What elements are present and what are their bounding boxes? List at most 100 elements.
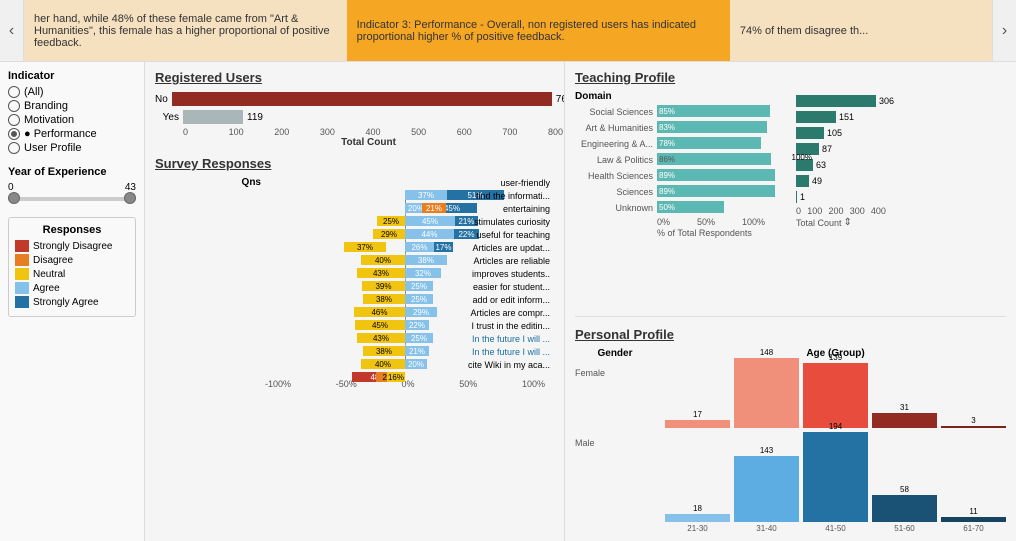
legend-color-agree (15, 282, 29, 294)
gender-row-male: Male (575, 433, 655, 453)
radio-circle-branding (8, 100, 20, 112)
year-title: Year of Experience (8, 166, 136, 178)
indicator-section: Indicator (All) Branding Motivation ● Pe… (8, 70, 136, 154)
slider-left-thumb[interactable] (8, 192, 20, 204)
domain-row-1: Art & Humanities 83% (575, 121, 790, 135)
age-col-m-1: 143 (734, 446, 799, 522)
survey-title: Survey Responses (155, 156, 554, 171)
radio-circle-performance (8, 128, 20, 140)
legend-disagree: Disagree (15, 254, 129, 266)
indicator-radio-group: (All) Branding Motivation ● Performance … (8, 86, 136, 154)
legend-color-neutral (15, 268, 29, 280)
age-col-f-4: 3 (941, 416, 1006, 428)
divider (575, 316, 1006, 317)
year-section: Year of Experience 0 43 (8, 166, 136, 205)
qn-label-7: improves students.. (155, 268, 550, 281)
age-group-labels: 21-30 31-40 41-50 51-60 61-70 (665, 524, 1006, 533)
count-row-1: 151 (796, 110, 1006, 124)
female-bars: 17 148 139 (665, 363, 1006, 428)
qn-label-10: Articles are compr... (155, 307, 550, 320)
left-panel: Indicator (All) Branding Motivation ● Pe… (0, 62, 145, 541)
qn-label-3: stimulates curiosity (155, 216, 550, 229)
middle-panel: Registered Users No 762 Yes 119 0 (145, 62, 565, 541)
count-axis-label: Total Count ⇕ (796, 217, 1006, 228)
legend-agree: Agree (15, 282, 129, 294)
bar-container-yes: 119 (183, 109, 263, 125)
reg-users-axis: 0 100 200 300 400 500 600 700 800 (183, 127, 563, 137)
legend-strongly-agree: Strongly Agree (15, 296, 129, 308)
age-col-m-0: 18 (665, 504, 730, 522)
gender-chart: Gender Female Male (575, 348, 655, 533)
slider-track[interactable] (8, 197, 136, 201)
qn-label-2: entertaining (155, 203, 550, 216)
gender-header: Gender (575, 348, 655, 359)
survey-axis-labels: -100% -50% 0% 50% 100% (265, 379, 545, 389)
radio-branding[interactable]: Branding (8, 100, 136, 112)
legend-strongly-disagree: Strongly Disagree (15, 240, 129, 252)
personal-chart-wrapper: Gender Female Male Age (Group) (575, 348, 1006, 533)
count-row-4: 63 (796, 158, 1006, 172)
banner-text-1: her hand, while 48% of these female came… (24, 0, 347, 61)
personal-title: Personal Profile (575, 327, 1006, 342)
qn-label-4: useful for teaching (155, 229, 550, 242)
survey-chart: Survey Responses Qns 37% 51% (155, 156, 554, 389)
pct-axis: 0% 50% 100% (657, 217, 765, 227)
legend-title: Responses (15, 224, 129, 236)
age-col-m-2: 194 (803, 422, 868, 522)
domain-row-4: Health Sciences 89% (575, 169, 790, 183)
teaching-chart-wrapper: Domain Social Sciences 85% Art & Humanit… (575, 91, 1006, 238)
domain-row-0: Social Sciences 85% (575, 105, 790, 119)
registered-users-chart: Registered Users No 762 Yes 119 0 (155, 70, 554, 148)
banner-text-2: Indicator 3: Performance - Overall, non … (347, 0, 730, 61)
teaching-title: Teaching Profile (575, 70, 1006, 85)
survey-questions-labels: user-friendly find the informati... ente… (155, 177, 554, 375)
qn-label-0: user-friendly (155, 177, 550, 190)
age-col-f-3: 31 (872, 403, 937, 428)
radio-circle-all (8, 86, 20, 98)
count-axis: 0 100 200 300 400 (796, 206, 886, 216)
legend-color-disagree (15, 254, 29, 266)
count-row-0: 306 (796, 94, 1006, 108)
qn-label-5: Articles are updat... (155, 242, 550, 255)
bar-row-yes: Yes 119 (155, 109, 554, 125)
bar-container-no: 762 (172, 91, 565, 107)
bar-fill-no (172, 92, 552, 106)
qn-label-8: easier for student... (155, 281, 550, 294)
personal-section: Personal Profile Gender Female Male Age … (575, 327, 1006, 533)
reg-users-axis-title: Total Count (183, 137, 554, 148)
bar-fill-yes (183, 110, 243, 124)
count-row-3: 87 (796, 142, 1006, 156)
teaching-section: Teaching Profile Domain Social Sciences … (575, 70, 1006, 306)
qn-label-14: cite Wiki in my aca... (155, 359, 550, 372)
gender-row-female: Female (575, 363, 655, 383)
bar-value-no: 762 (556, 94, 565, 105)
prev-button[interactable]: ‹ (0, 0, 24, 61)
qn-label-12: In the future I will ... (155, 333, 550, 346)
count-row-6: 1 (796, 190, 1006, 204)
radio-performance[interactable]: ● Performance (8, 128, 136, 140)
year-range: 0 43 (8, 182, 136, 193)
age-col-f-0: 17 (665, 410, 730, 428)
male-bars: 18 143 194 (665, 432, 1006, 522)
domain-col-header: Domain (575, 91, 790, 102)
qn-label-6: Articles are reliable (155, 255, 550, 268)
main-content: Indicator (All) Branding Motivation ● Pe… (0, 62, 1016, 541)
next-button[interactable]: › (992, 0, 1016, 61)
count-row-2: 105 (796, 126, 1006, 140)
age-col-f-2: 139 (803, 353, 868, 428)
qn-label-9: add or edit inform... (155, 294, 550, 307)
teaching-count-chart: 306 151 105 87 (796, 91, 1006, 238)
radio-all[interactable]: (All) (8, 86, 136, 98)
legend-color-strongly-disagree (15, 240, 29, 252)
bar-label-no: No (155, 94, 168, 105)
radio-motivation[interactable]: Motivation (8, 114, 136, 126)
qn-label-11: I trust in the editin... (155, 320, 550, 333)
qn-label-13: In the future I will ... (155, 346, 550, 359)
domain-bar-0: 85% (657, 105, 790, 119)
slider-right-thumb[interactable] (124, 192, 136, 204)
age-chart: Age (Group) 17 148 (665, 348, 1006, 533)
domain-row-6: Unknown 50% (575, 201, 790, 215)
legend-color-strongly-agree (15, 296, 29, 308)
radio-user-profile[interactable]: User Profile (8, 142, 136, 154)
qn-label-1: find the informati... (155, 190, 550, 203)
